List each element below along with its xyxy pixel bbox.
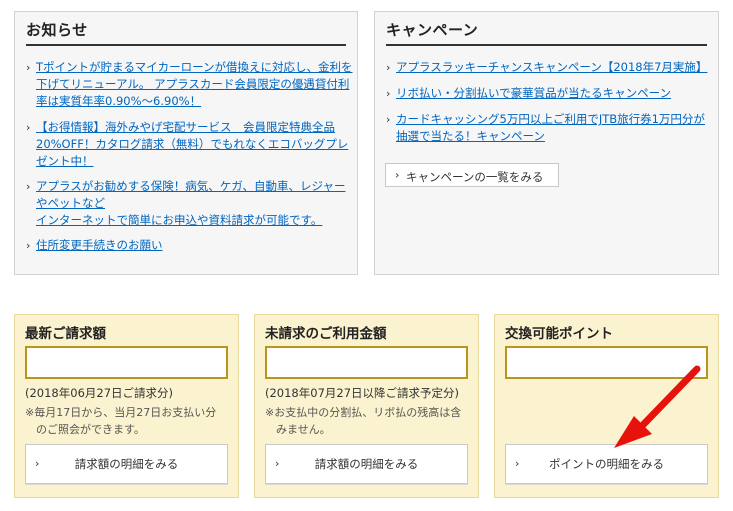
notice-item-line: やペットなど	[36, 196, 105, 210]
points-details-label: ポイントの明細をみる	[549, 457, 664, 471]
notice-item-souvenir[interactable]: › 【お得情報】海外みやげ宅配サービス 会員限定特典全品 20%OFF！カタログ…	[26, 119, 354, 170]
latest-billing-note: ※毎月17日から、当月27日お支払い分 のご照会ができます。	[25, 404, 216, 438]
notice-item-line: 下げてリニューアル。 アプラスカード会員限定の優遇貸付利	[36, 77, 350, 91]
campaign-panel: キャンペーン › アプラスラッキーチャンスキャンペーン【2018年7月実施】 ›…	[374, 11, 719, 275]
notice-item-line: インターネットで簡単にお申込や資料請求が可能です。	[36, 213, 323, 227]
notice-item-line: 【お得情報】海外みやげ宅配サービス 会員限定特典全品	[36, 120, 335, 134]
notice-title: お知らせ	[26, 18, 346, 46]
campaign-item-line: リボ払い・分割払いで豪華賞品が当たるキャンペーン	[396, 86, 672, 100]
unbilled-usage-note: ※お支払中の分割払、リボ払の残高は含 みません。	[265, 404, 461, 438]
chevron-right-icon: ›	[386, 113, 391, 126]
campaign-item-lucky-chance[interactable]: › アプラスラッキーチャンスキャンペーン【2018年7月実施】	[386, 59, 714, 76]
campaign-item-revolving[interactable]: › リボ払い・分割払いで豪華賞品が当たるキャンペーン	[386, 85, 714, 102]
notice-item-line: ゼント中！	[36, 154, 94, 168]
notice-item-car-loan[interactable]: › Tポイントが貯まるマイカーローンが借換えに対応し、金利を 下げてリニューアル…	[26, 59, 354, 110]
latest-billing-date: (2018年06月27日ご請求分)	[25, 386, 174, 400]
campaign-list-button[interactable]: › キャンペーンの一覧をみる	[385, 163, 559, 187]
latest-billing-card: 最新ご請求額 (2018年06月27日ご請求分) ※毎月17日から、当月27日お…	[14, 314, 239, 498]
points-title: 交換可能ポイント	[505, 326, 613, 342]
billing-details-button[interactable]: › 請求額の明細をみる	[25, 444, 228, 484]
latest-billing-amount	[25, 346, 228, 379]
notice-panel: お知らせ › Tポイントが貯まるマイカーローンが借換えに対応し、金利を 下げてリ…	[14, 11, 358, 275]
billing-details-label: 請求額の明細をみる	[74, 457, 179, 471]
notice-item-insurance[interactable]: › アプラスがお勧めする保険！病気、ケガ、自動車、レジャー やペットなど インタ…	[26, 178, 354, 229]
campaign-item-line: アプラスラッキーチャンスキャンペーン【2018年7月実施】	[396, 60, 708, 74]
unbilled-usage-amount	[265, 346, 468, 379]
chevron-right-icon: ›	[275, 457, 280, 470]
note-line: ※お支払中の分割払、リボ払の残高は含	[265, 406, 462, 419]
unbilled-details-button[interactable]: › 請求額の明細をみる	[265, 444, 468, 484]
campaign-item-cashing[interactable]: › カードキャッシング5万円以上ご利用でJTB旅行券1万円分が 抽選で当たる！キ…	[386, 111, 714, 145]
campaign-item-line: 抽選で当たる！キャンペーン	[396, 129, 545, 143]
chevron-right-icon: ›	[515, 457, 520, 470]
points-card: 交換可能ポイント › ポイントの明細をみる	[494, 314, 719, 498]
points-details-button[interactable]: › ポイントの明細をみる	[505, 444, 708, 484]
notice-item-line: アプラスがお勧めする保険！病気、ケガ、自動車、レジャー	[36, 179, 346, 193]
campaign-list-label: キャンペーンの一覧をみる	[406, 170, 544, 184]
notice-item-address-change[interactable]: › 住所変更手続きのお願い	[26, 237, 354, 254]
note-line: みません。	[276, 423, 331, 436]
notice-item-line: Tポイントが貯まるマイカーローンが借換えに対応し、金利を	[36, 60, 353, 74]
chevron-right-icon: ›	[26, 239, 31, 252]
note-line: のご照会ができます。	[36, 423, 145, 436]
points-amount	[505, 346, 708, 379]
notice-item-line: 20%OFF！カタログ請求（無料）でもれなくエコバッグプレ	[36, 137, 349, 151]
latest-billing-title: 最新ご請求額	[25, 326, 106, 342]
chevron-right-icon: ›	[386, 87, 391, 100]
unbilled-usage-title: 未請求のご利用金額	[265, 326, 387, 342]
notice-item-line: 住所変更手続きのお願い	[36, 238, 163, 252]
chevron-right-icon: ›	[395, 168, 400, 182]
unbilled-usage-card: 未請求のご利用金額 (2018年07月27日以降ご請求予定分) ※お支払中の分割…	[254, 314, 479, 498]
campaign-item-line: カードキャッシング5万円以上ご利用でJTB旅行券1万円分が	[396, 112, 705, 126]
chevron-right-icon: ›	[26, 121, 31, 134]
chevron-right-icon: ›	[35, 457, 40, 470]
chevron-right-icon: ›	[386, 61, 391, 74]
unbilled-usage-date: (2018年07月27日以降ご請求予定分)	[265, 386, 460, 400]
notice-item-line: 率は実質年率0.90%～6.90%！	[36, 94, 202, 108]
note-line: ※毎月17日から、当月27日お支払い分	[25, 406, 217, 419]
chevron-right-icon: ›	[26, 61, 31, 74]
chevron-right-icon: ›	[26, 180, 31, 193]
unbilled-details-label: 請求額の明細をみる	[314, 457, 419, 471]
campaign-title: キャンペーン	[386, 18, 707, 46]
